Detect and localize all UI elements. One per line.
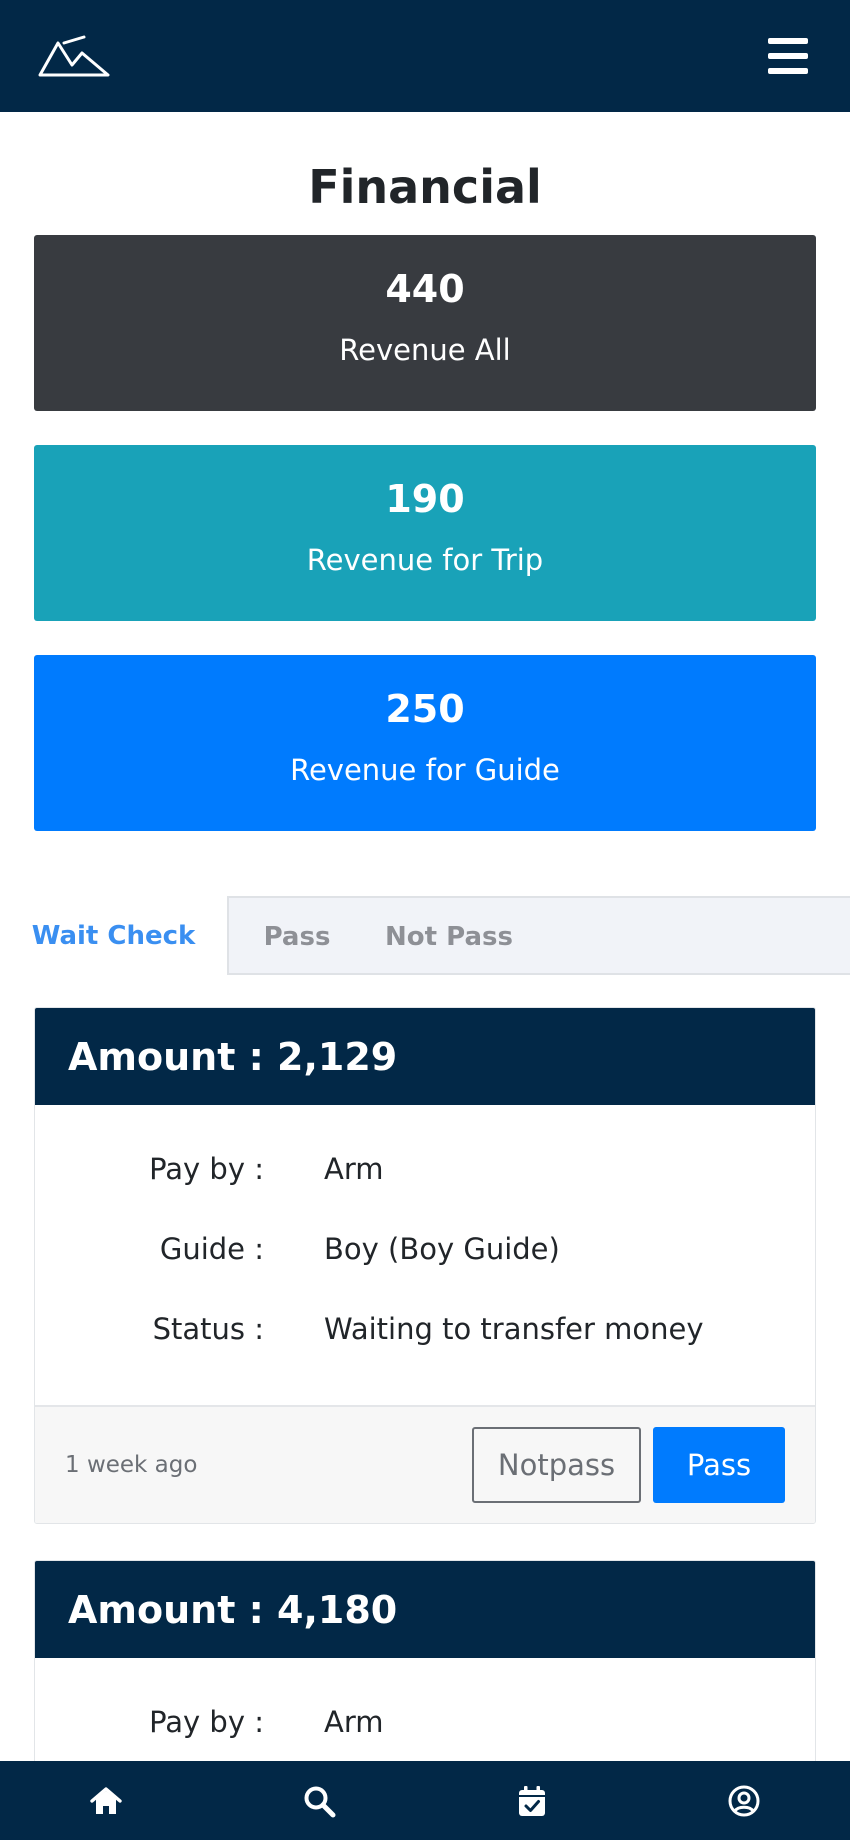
- payment-card: Amount : 2,129 Pay by : Arm Guide : Boy …: [34, 1007, 816, 1524]
- page-title: Financial: [308, 160, 542, 214]
- stat-revenue-all: 440 Revenue All: [34, 235, 816, 411]
- nav-profile[interactable]: [714, 1761, 774, 1840]
- hamburger-icon: [768, 38, 808, 44]
- guide-value: Boy (Boy Guide): [324, 1232, 560, 1266]
- pay-by-value: Arm: [324, 1152, 384, 1186]
- status-label: Status :: [152, 1312, 264, 1346]
- card-footer: 1 week ago Notpass Pass: [35, 1405, 815, 1523]
- top-navbar: [0, 0, 850, 112]
- pay-by-row: Pay by : Arm: [35, 1682, 815, 1762]
- tab-not-pass[interactable]: Not Pass: [365, 898, 513, 975]
- guide-row: Guide : Boy (Boy Guide): [35, 1209, 815, 1289]
- nav-search[interactable]: [289, 1761, 349, 1840]
- mountain-logo-icon[interactable]: [38, 33, 110, 79]
- status-tabs: Wait Check Pass Not Pass: [0, 896, 850, 975]
- pay-by-row: Pay by : Arm: [35, 1129, 815, 1209]
- stat-value: 440: [385, 267, 465, 311]
- status-row: Status : Waiting to transfer money: [35, 1289, 815, 1369]
- stat-label: Revenue for Trip: [306, 543, 544, 577]
- status-value: Waiting to transfer money: [324, 1312, 704, 1346]
- tab-wait-check[interactable]: Wait Check: [0, 896, 229, 975]
- calendar-check-icon: [519, 1785, 545, 1816]
- user-circle-icon: [728, 1785, 760, 1816]
- tab-pass[interactable]: Pass: [229, 898, 365, 975]
- pass-button[interactable]: Pass: [653, 1427, 785, 1503]
- stat-value: 190: [385, 477, 465, 521]
- time-ago: 1 week ago: [65, 1452, 198, 1478]
- hamburger-menu-button[interactable]: [768, 38, 808, 74]
- pay-by-label: Pay by :: [149, 1705, 264, 1739]
- stat-label: Revenue for Guide: [290, 753, 560, 787]
- home-icon: [90, 1786, 122, 1814]
- stat-revenue-trip: 190 Revenue for Trip: [34, 445, 816, 621]
- stat-revenue-guide: 250 Revenue for Guide: [34, 655, 816, 831]
- search-icon: [304, 1786, 336, 1817]
- nav-home[interactable]: [76, 1761, 136, 1840]
- notpass-button[interactable]: Notpass: [472, 1427, 641, 1503]
- pay-by-value: Arm: [324, 1705, 384, 1739]
- payment-amount: Amount : 2,129: [35, 1008, 815, 1105]
- bottom-navbar: [0, 1761, 850, 1840]
- stat-label: Revenue All: [339, 333, 511, 367]
- pay-by-label: Pay by :: [149, 1152, 264, 1186]
- payment-amount: Amount : 4,180: [35, 1561, 815, 1658]
- nav-calendar[interactable]: [502, 1761, 562, 1840]
- stat-value: 250: [385, 687, 465, 731]
- guide-label: Guide :: [159, 1232, 264, 1266]
